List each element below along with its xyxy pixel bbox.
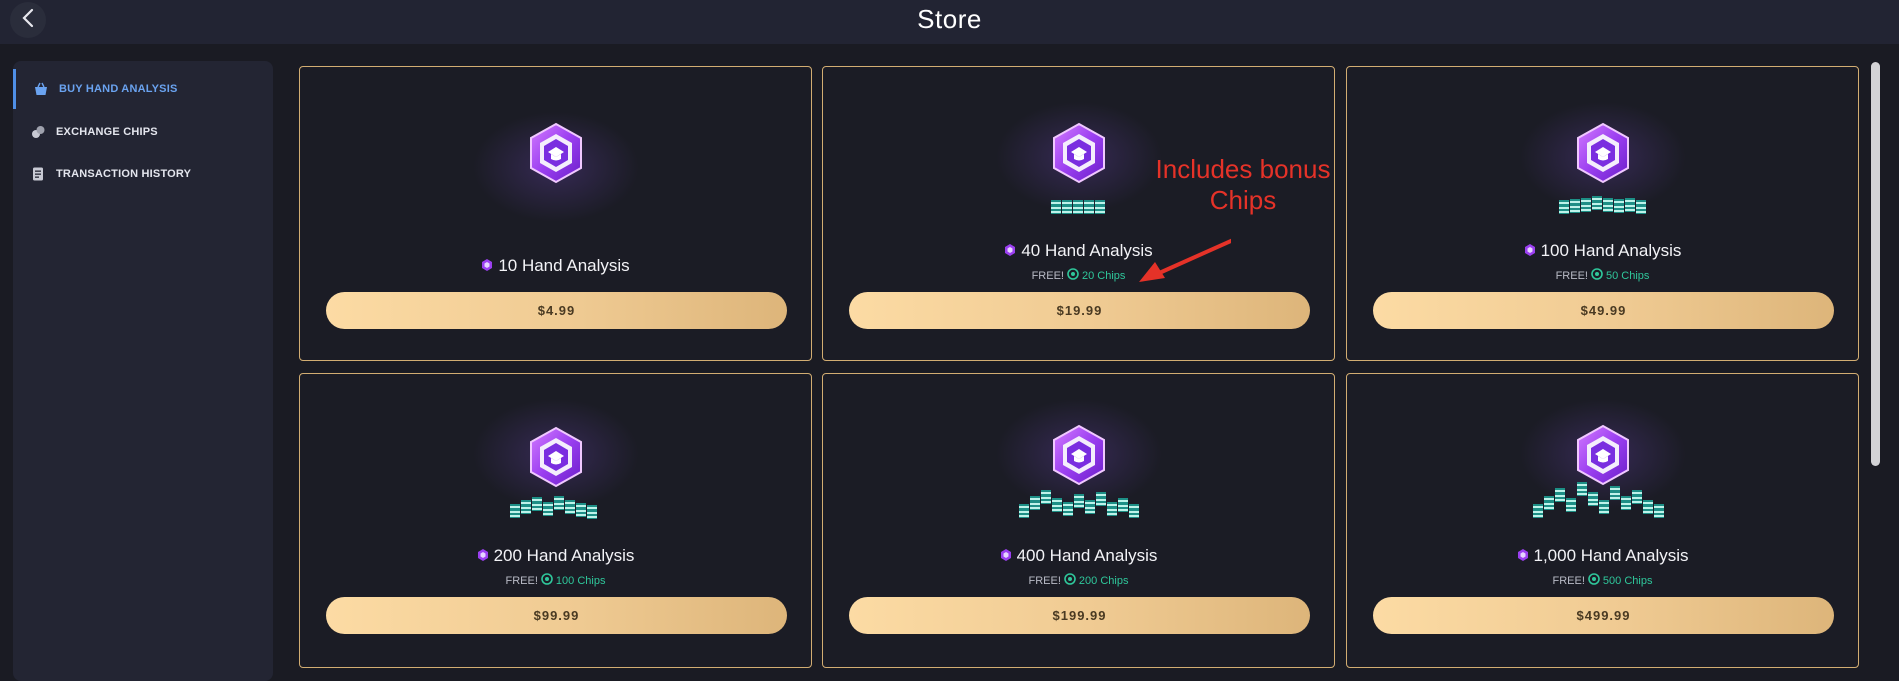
buy-button[interactable]: $19.99 — [849, 292, 1310, 329]
chip-stack-icon — [509, 494, 602, 525]
card-title-text: 40 Hand Analysis — [1021, 241, 1153, 260]
bonus-line: FREE! 100 Chips — [300, 573, 811, 588]
card-title: 100 Hand Analysis — [1347, 241, 1858, 261]
chip-stack-icon — [1050, 198, 1107, 219]
annotation-line-2: Chips — [1209, 185, 1277, 215]
chip-stack-icon — [1018, 482, 1139, 525]
sidebar-item-exchange-chips[interactable]: EXCHANGE CHIPS — [13, 112, 273, 152]
card-title: 10 Hand Analysis — [300, 256, 811, 276]
scrollbar[interactable] — [1871, 62, 1880, 466]
annotation-line-1: Includes bonus — [1155, 154, 1331, 184]
card-title: 40 Hand Analysis — [823, 241, 1334, 261]
bonus-chips: 200 Chips — [1078, 574, 1129, 587]
chip-icon — [1588, 573, 1600, 588]
free-label: FREE! — [1552, 574, 1585, 587]
bonus-chips: 20 Chips — [1081, 269, 1126, 282]
product-card-100: 100 Hand Analysis FREE! 50 Chips $49.99 — [1346, 66, 1859, 361]
hex-mini-icon — [1004, 241, 1016, 261]
free-label: FREE! — [1031, 269, 1064, 282]
card-title: 1,000 Hand Analysis — [1347, 546, 1858, 566]
sidebar: BUY HAND ANALYSIS EXCHANGE CHIPS TRANSAC… — [13, 61, 273, 681]
receipt-icon — [30, 166, 46, 182]
chip-stack-icon — [1532, 476, 1673, 525]
buy-button[interactable]: $199.99 — [849, 597, 1310, 634]
bonus-chips: 50 Chips — [1605, 269, 1650, 282]
card-title-text: 1,000 Hand Analysis — [1533, 546, 1689, 565]
sidebar-item-label: TRANSACTION HISTORY — [56, 168, 192, 180]
product-card-1000: 1,000 Hand Analysis FREE! 500 Chips $499… — [1346, 373, 1859, 668]
chip-icon — [1067, 268, 1079, 283]
basket-icon — [33, 81, 49, 97]
buy-button[interactable]: $99.99 — [326, 597, 787, 634]
free-label: FREE! — [1555, 269, 1588, 282]
card-title: 200 Hand Analysis — [300, 546, 811, 566]
sidebar-item-transaction-history[interactable]: TRANSACTION HISTORY — [13, 154, 273, 194]
chip-icon — [1591, 268, 1603, 283]
free-label: FREE! — [1028, 574, 1061, 587]
sidebar-item-label: EXCHANGE CHIPS — [56, 126, 158, 138]
bonus-line: FREE! 500 Chips — [1347, 573, 1858, 588]
hex-mini-icon — [1517, 546, 1529, 566]
hand-analysis-hex-icon — [526, 426, 586, 493]
hand-analysis-hex-icon — [1573, 122, 1633, 189]
bonus-chips: 500 Chips — [1602, 574, 1653, 587]
annotation-text: Includes bonus Chips — [1148, 154, 1338, 216]
product-card-200: 200 Hand Analysis FREE! 100 Chips $99.99 — [299, 373, 812, 668]
card-title-text: 400 Hand Analysis — [1016, 546, 1158, 565]
chips-icon — [30, 124, 46, 140]
card-title-text: 100 Hand Analysis — [1540, 241, 1682, 260]
product-card-400: 400 Hand Analysis FREE! 200 Chips $199.9… — [822, 373, 1335, 668]
annotation-arrow-icon — [1135, 232, 1234, 289]
hand-analysis-hex-icon — [1049, 122, 1109, 189]
card-title-text: 200 Hand Analysis — [493, 546, 635, 565]
hex-mini-icon — [481, 256, 493, 276]
hand-analysis-hex-icon — [526, 122, 586, 189]
bonus-chips: 100 Chips — [555, 574, 606, 587]
chip-icon — [1064, 573, 1076, 588]
bonus-line: FREE! 50 Chips — [1347, 268, 1858, 283]
product-grid: 10 Hand Analysis $4.99 40 Hand Analysis … — [295, 62, 1865, 671]
free-label: FREE! — [505, 574, 538, 587]
buy-button[interactable]: $499.99 — [1373, 597, 1834, 634]
hand-analysis-hex-icon — [1049, 424, 1109, 491]
card-title-text: 10 Hand Analysis — [498, 256, 630, 275]
chip-stack-icon — [1558, 196, 1647, 219]
bonus-line: FREE! 200 Chips — [823, 573, 1334, 588]
card-title: 400 Hand Analysis — [823, 546, 1334, 566]
chip-icon — [541, 573, 553, 588]
hex-mini-icon — [477, 546, 489, 566]
buy-button[interactable]: $49.99 — [1373, 292, 1834, 329]
product-card-10: 10 Hand Analysis $4.99 — [299, 66, 812, 361]
hex-mini-icon — [1000, 546, 1012, 566]
hex-mini-icon — [1524, 241, 1536, 261]
buy-button[interactable]: $4.99 — [326, 292, 787, 329]
bonus-line: FREE! 20 Chips — [823, 268, 1334, 283]
top-bar: Store — [0, 0, 1899, 44]
sidebar-item-label: BUY HAND ANALYSIS — [59, 83, 178, 95]
sidebar-item-buy-hand-analysis[interactable]: BUY HAND ANALYSIS — [13, 69, 276, 109]
page-title: Store — [917, 4, 982, 34]
